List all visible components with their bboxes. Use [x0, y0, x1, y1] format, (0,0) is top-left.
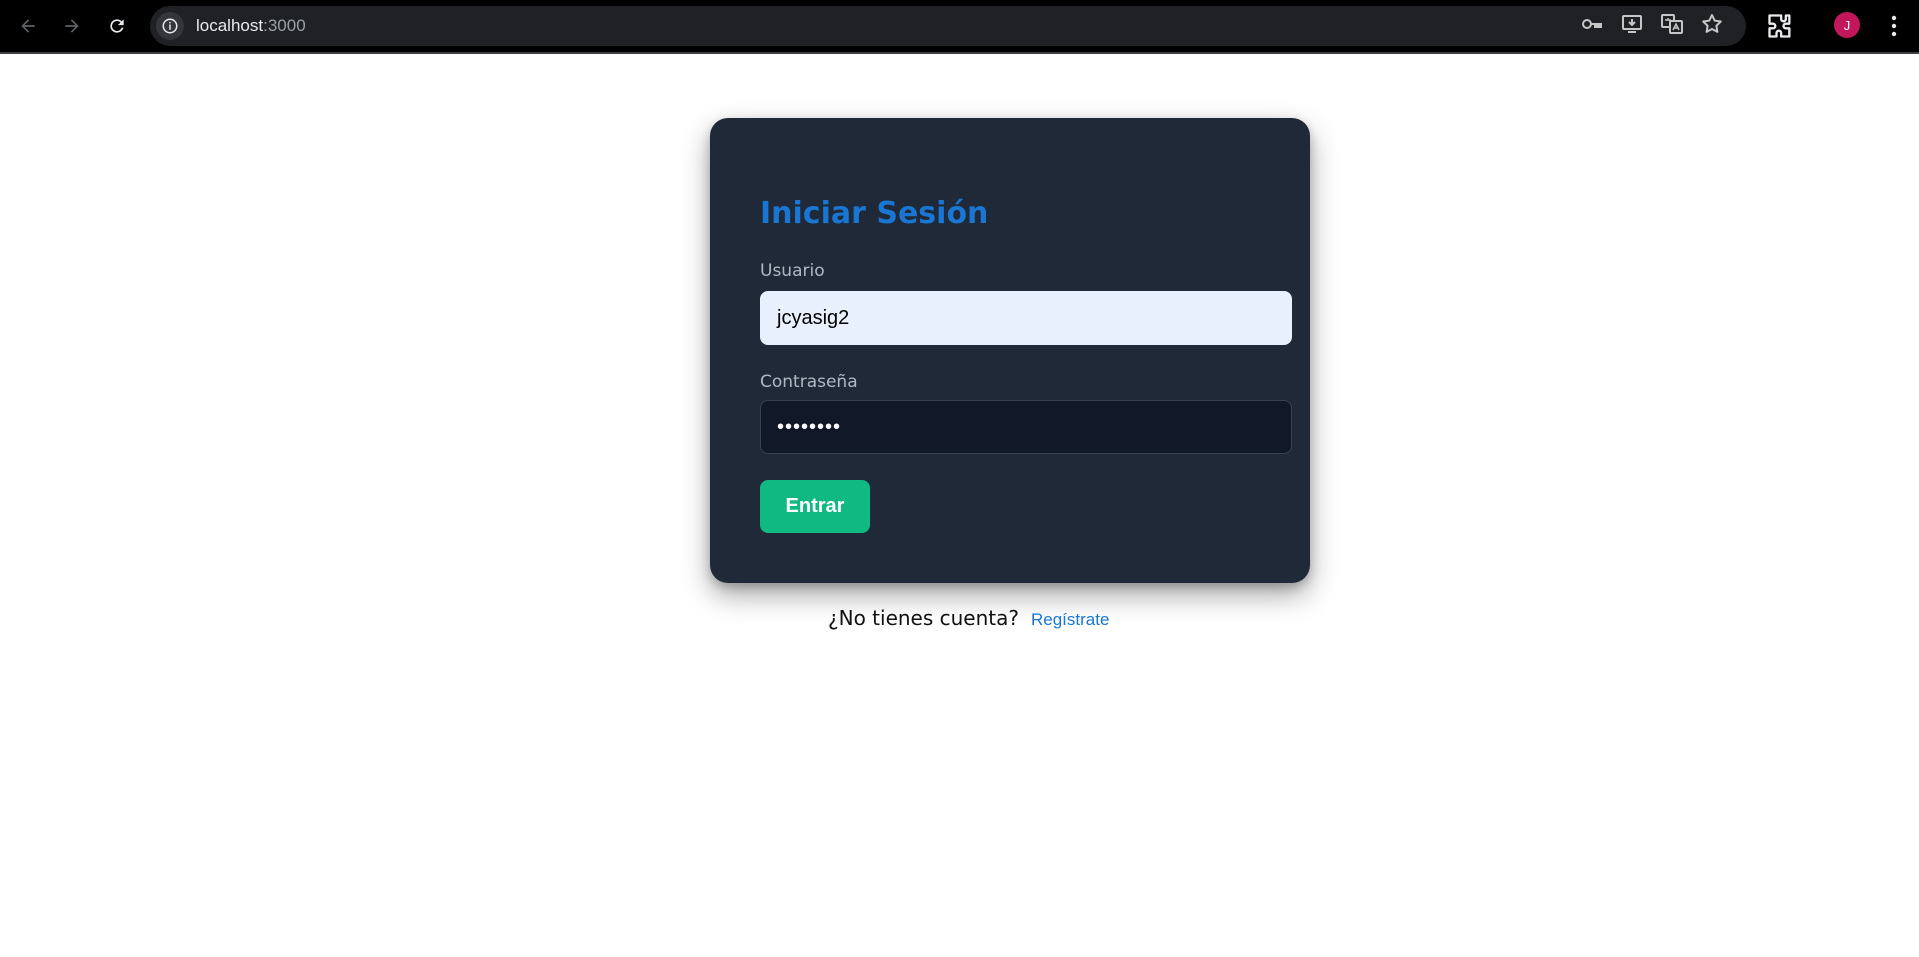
register-question: ¿No tienes cuenta? [828, 606, 1019, 630]
address-bar[interactable]: localhost:3000 [150, 6, 1746, 46]
login-card: Iniciar Sesión Usuario jcyasig2 Contrase… [710, 118, 1310, 583]
reload-icon[interactable] [101, 10, 133, 42]
register-link[interactable]: Regístrate [1031, 610, 1109, 630]
translate-icon[interactable] [1660, 12, 1684, 41]
password-value: •••••••• [777, 415, 842, 438]
install-app-icon[interactable] [1620, 12, 1644, 41]
extensions-icon[interactable] [1766, 12, 1794, 40]
key-icon[interactable] [1580, 12, 1604, 41]
profile-avatar[interactable]: J [1834, 12, 1860, 38]
password-label: Contraseña [760, 372, 858, 392]
bookmark-star-icon[interactable] [1700, 12, 1724, 41]
url-port: :3000 [263, 16, 306, 35]
password-input[interactable]: •••••••• [760, 400, 1292, 454]
profile-initial: J [1843, 17, 1851, 33]
browser-toolbar: localhost:3000 J [0, 0, 1919, 54]
back-icon[interactable] [12, 10, 44, 42]
url-text[interactable]: localhost:3000 [196, 16, 306, 36]
forward-icon[interactable] [56, 10, 88, 42]
username-input[interactable]: jcyasig2 [760, 291, 1292, 345]
login-title: Iniciar Sesión [760, 196, 989, 231]
menu-icon[interactable] [1882, 12, 1906, 40]
username-label: Usuario [760, 261, 825, 281]
url-host: localhost [196, 16, 264, 35]
register-prompt: ¿No tienes cuenta? Regístrate [828, 606, 1109, 630]
username-value: jcyasig2 [777, 306, 850, 329]
site-info-icon[interactable] [156, 12, 184, 40]
submit-button[interactable]: Entrar [760, 480, 870, 533]
